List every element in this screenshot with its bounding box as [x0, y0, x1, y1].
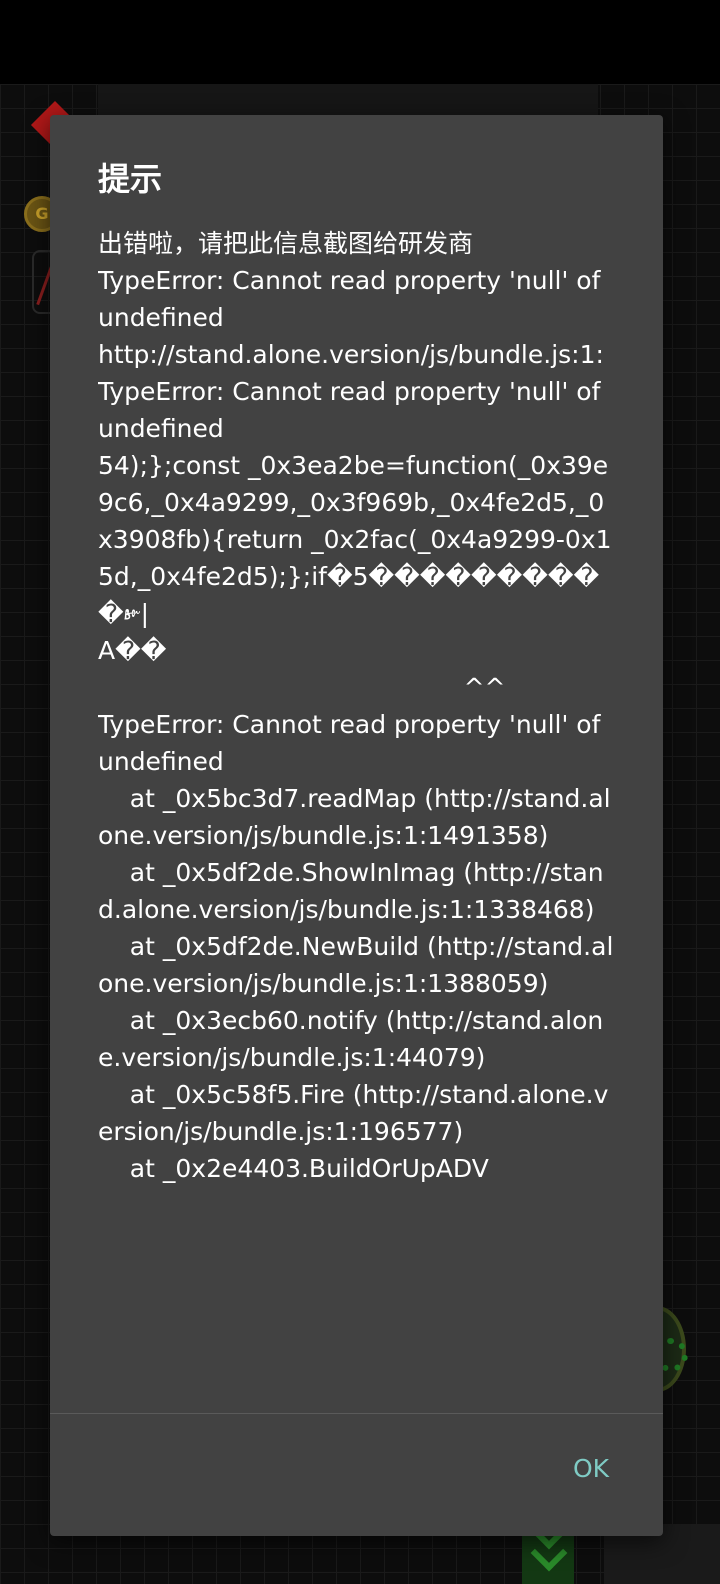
dialog-divider [50, 1413, 663, 1414]
dialog-title: 提示 [98, 160, 163, 198]
error-dialog: 提示 出错啦，请把此信息截图给研发商 TypeError: Cannot rea… [50, 115, 663, 1536]
dialog-scroll-area[interactable]: 出错啦，请把此信息截图给研发商 TypeError: Cannot read p… [98, 225, 618, 1413]
ok-button[interactable]: OK [551, 1441, 631, 1497]
dialog-message: 出错啦，请把此信息截图给研发商 TypeError: Cannot read p… [98, 229, 614, 1183]
screen: G 提示 出错啦，请把此信息截图给研发商 TypeError: Cannot r… [0, 0, 720, 1584]
